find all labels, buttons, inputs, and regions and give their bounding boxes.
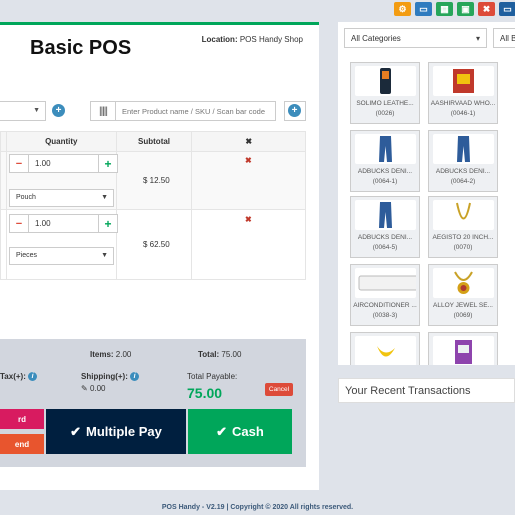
chevron-down-icon: ▼ bbox=[101, 194, 108, 201]
card-button[interactable]: rd bbox=[0, 409, 44, 429]
category-select[interactable]: All Categories ▾ bbox=[344, 28, 487, 48]
product-card[interactable]: ADBUCKS DENI... (0064-2) bbox=[428, 130, 498, 192]
product-image bbox=[433, 200, 494, 230]
row-subtotal: $ 62.50 bbox=[143, 240, 170, 249]
product-card[interactable]: ADBUCKS DENI... (0064-1) bbox=[350, 130, 420, 192]
info-icon[interactable]: i bbox=[130, 372, 140, 382]
product-name: AASHIRVAAD WHO... bbox=[430, 100, 496, 107]
quantity-value[interactable]: 1.00 bbox=[29, 215, 98, 232]
minus-icon[interactable]: − bbox=[10, 215, 29, 232]
payment-summary: Items: 2.00 Total: 75.00 Tax(+): i Shipp… bbox=[0, 339, 306, 467]
product-card[interactable]: SOLIMO LEATHE... (0026) bbox=[350, 62, 420, 124]
location-info: Location: POS Handy Shop bbox=[202, 35, 303, 44]
chevron-down-icon: ▾ bbox=[475, 34, 480, 43]
product-card[interactable]: ALLOY JEWEL SE... (0069) bbox=[428, 264, 498, 326]
payable-value: 75.00 bbox=[187, 385, 223, 401]
check-icon: ✔ bbox=[70, 423, 82, 439]
product-card[interactable]: AEGISTO 20 INCH... (0070) bbox=[428, 196, 498, 258]
product-image bbox=[433, 66, 494, 96]
remove-row-icon[interactable]: ✖ bbox=[245, 156, 252, 165]
settings-icon[interactable]: ⚙ bbox=[394, 2, 411, 16]
check-icon: ✔ bbox=[216, 423, 228, 439]
product-code: (0038-3) bbox=[372, 312, 398, 319]
product-code: (0064-2) bbox=[450, 178, 476, 185]
product-code: (0069) bbox=[453, 312, 473, 319]
product-code: (0026) bbox=[375, 110, 395, 117]
minus-icon[interactable]: − bbox=[10, 155, 29, 172]
unit-select[interactable]: Pouch ▼ bbox=[9, 189, 114, 207]
window-icon[interactable]: ▭ bbox=[415, 2, 432, 16]
product-image bbox=[433, 336, 494, 365]
unit-value: Pieces bbox=[16, 252, 38, 259]
shipping-value[interactable]: ✎ 0.00 bbox=[81, 384, 106, 393]
product-card[interactable]: AASHIRVAAD WHO... (0046-1) bbox=[428, 62, 498, 124]
add-product-button[interactable]: + bbox=[288, 104, 301, 117]
product-code: (0064-5) bbox=[372, 244, 398, 251]
product-card[interactable]: AIRCONDITIONER ... (0038-3) bbox=[350, 264, 436, 326]
quantity-stepper[interactable]: − 1.00 + bbox=[9, 214, 118, 233]
plus-icon[interactable]: + bbox=[98, 215, 117, 232]
total-amount: Total: 75.00 bbox=[198, 350, 242, 359]
payable-label: Total Payable: bbox=[187, 372, 238, 381]
product-name: ADBUCKS DENI... bbox=[357, 234, 413, 241]
row-subtotal: $ 12.50 bbox=[143, 176, 170, 185]
cancel-button[interactable]: Cancel bbox=[265, 383, 293, 396]
remove-column-header: ✖ bbox=[191, 131, 306, 152]
info-icon[interactable]: i bbox=[28, 372, 38, 382]
product-name: ADBUCKS DENI... bbox=[435, 168, 491, 175]
product-name: AIRCONDITIONER ... bbox=[353, 302, 417, 309]
product-code: (0046-1) bbox=[450, 110, 476, 117]
product-image bbox=[433, 268, 494, 298]
chevron-down-icon: ▼ bbox=[101, 252, 108, 259]
product-code: (0064-1) bbox=[372, 178, 398, 185]
recent-transactions-header[interactable]: Your Recent Transactions bbox=[338, 378, 515, 403]
items-count: Items: 2.00 bbox=[90, 350, 132, 359]
product-code: (0070) bbox=[453, 244, 473, 251]
quantity-stepper[interactable]: − 1.00 + bbox=[9, 154, 118, 173]
product-card[interactable]: ADBUCKS DENI... (0064-5) bbox=[350, 196, 420, 258]
quantity-value[interactable]: 1.00 bbox=[29, 155, 98, 172]
product-image bbox=[355, 200, 416, 230]
product-card[interactable] bbox=[350, 332, 420, 365]
multiple-pay-button[interactable]: ✔ Multiple Pay bbox=[46, 409, 186, 454]
footer: POS Handy - V2.19 | Copyright © 2020 All… bbox=[161, 504, 354, 511]
calculator-icon[interactable]: ▦ bbox=[436, 2, 453, 16]
unit-select[interactable]: Pieces ▼ bbox=[9, 247, 114, 265]
product-search-input[interactable] bbox=[116, 101, 276, 121]
product-name: AEGISTO 20 INCH... bbox=[432, 234, 494, 241]
add-customer-button[interactable]: + bbox=[52, 104, 65, 117]
product-card[interactable] bbox=[428, 332, 498, 365]
product-image bbox=[355, 336, 416, 365]
brand-select[interactable]: All B bbox=[493, 28, 515, 48]
barcode-icon: ||||| bbox=[90, 101, 116, 121]
cash-button[interactable]: ✔ Cash bbox=[188, 409, 292, 454]
unit-value: Pouch bbox=[16, 194, 36, 201]
top-toolbar: ⚙ ▭ ▦ ▣ ✖ ▭ bbox=[394, 2, 515, 16]
product-catalog: All Categories ▾ All B SOLIMO LEATHE... … bbox=[338, 22, 515, 365]
product-image bbox=[355, 66, 416, 96]
product-name: ADBUCKS DENI... bbox=[357, 168, 413, 175]
plus-icon[interactable]: + bbox=[98, 155, 117, 172]
shipping-info: Shipping(+): i bbox=[81, 372, 140, 382]
quantity-column-header: Quantity bbox=[5, 131, 117, 152]
product-name: SOLIMO LEATHE... bbox=[356, 100, 414, 107]
page-title: Basic POS bbox=[30, 37, 132, 59]
tax-info: Tax(+): i bbox=[0, 372, 38, 382]
briefcase-icon[interactable]: ▣ bbox=[457, 2, 474, 16]
edit-icon[interactable]: ✎ bbox=[81, 384, 88, 393]
product-name: ALLOY JEWEL SE... bbox=[433, 302, 493, 309]
chevron-down-icon: ▼ bbox=[33, 107, 40, 114]
location-label: Location: bbox=[201, 35, 238, 44]
close-icon[interactable]: ✖ bbox=[478, 2, 495, 16]
product-image bbox=[355, 268, 436, 298]
product-image bbox=[433, 134, 494, 164]
product-image bbox=[355, 134, 416, 164]
location-value: POS Handy Shop bbox=[239, 35, 303, 44]
subtotal-column-header: Subtotal bbox=[115, 131, 193, 152]
suspend-button[interactable]: end bbox=[0, 434, 44, 454]
customer-select[interactable]: ▼ bbox=[0, 101, 46, 121]
remove-row-icon[interactable]: ✖ bbox=[245, 215, 252, 224]
screen-icon[interactable]: ▭ bbox=[499, 2, 515, 16]
pos-panel: Basic POS Location: POS Handy Shop ▼ + |… bbox=[0, 22, 319, 490]
